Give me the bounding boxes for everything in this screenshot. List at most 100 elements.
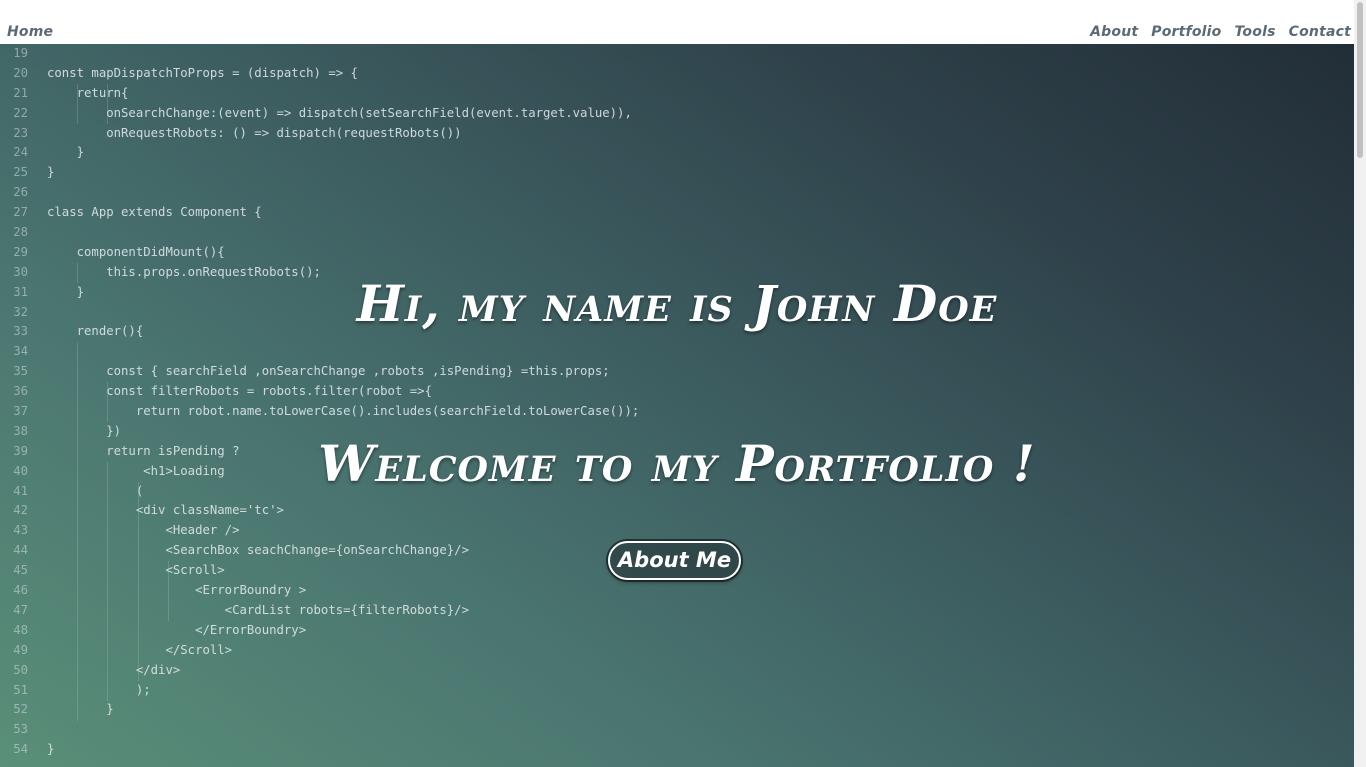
line-number: 51 bbox=[13, 682, 28, 697]
code-line: 27 class App extends Component { bbox=[0, 203, 639, 223]
line-number: 54 bbox=[13, 742, 28, 757]
nav-links-group: About Portfolio Tools Contact bbox=[1090, 24, 1351, 40]
code-text: <div className='tc'> bbox=[47, 503, 284, 518]
code-line: 22 onSearchChange:(event) => dispatch(se… bbox=[0, 104, 639, 124]
indent-guide bbox=[107, 461, 108, 701]
code-line: 21 return{ bbox=[0, 84, 639, 104]
code-background: 19 20 const mapDispatchToProps = (dispatch… bbox=[0, 44, 639, 760]
line-number: 34 bbox=[13, 344, 28, 359]
line-number: 26 bbox=[13, 185, 28, 200]
portfolio-page: Home About Portfolio Tools Contact 19 20 c… bbox=[0, 0, 1366, 767]
line-number: 50 bbox=[13, 662, 28, 677]
code-text: const mapDispatchToProps = (dispatch) =>… bbox=[47, 65, 358, 80]
code-text: } bbox=[47, 702, 114, 717]
code-line: 36 const filterRobots = robots.filter(ro… bbox=[0, 382, 639, 402]
code-text: ); bbox=[47, 682, 151, 697]
code-line: 37 return robot.name.toLowerCase().inclu… bbox=[0, 402, 639, 422]
indent-guide bbox=[107, 83, 108, 124]
indent-guide bbox=[77, 342, 78, 721]
line-number: 43 bbox=[13, 523, 28, 538]
code-line: 49 </Scroll> bbox=[0, 641, 639, 661]
line-number: 48 bbox=[13, 622, 28, 637]
code-line: 42 <div className='tc'> bbox=[0, 501, 639, 521]
line-number: 29 bbox=[13, 244, 28, 259]
code-line: 20 const mapDispatchToProps = (dispatch) … bbox=[0, 64, 639, 84]
line-number: 37 bbox=[13, 404, 28, 419]
code-text: class App extends Component { bbox=[47, 205, 262, 220]
line-number: 28 bbox=[13, 225, 28, 240]
code-line: 24 } bbox=[0, 143, 639, 163]
code-line: 48 </ErrorBoundry> bbox=[0, 621, 639, 641]
line-number: 21 bbox=[13, 85, 28, 100]
nav-contact-link[interactable]: Contact bbox=[1289, 24, 1351, 40]
code-line: 45 <Scroll> bbox=[0, 561, 639, 581]
hero-headline: Hi, my name is John Doe bbox=[356, 274, 998, 333]
code-text: </Scroll> bbox=[47, 642, 233, 657]
code-text: onRequestRobots: () => dispatch(requestR… bbox=[47, 125, 462, 140]
code-line: 29 componentDidMount(){ bbox=[0, 243, 639, 263]
page-scrollbar[interactable] bbox=[1354, 0, 1366, 767]
code-text: <SearchBox seachChange={onSearchChange}/… bbox=[47, 543, 469, 558]
line-number: 49 bbox=[13, 642, 28, 657]
code-line: 23 onRequestRobots: () => dispatch(reque… bbox=[0, 124, 639, 144]
nav-tools-link[interactable]: Tools bbox=[1234, 24, 1275, 40]
line-number: 53 bbox=[13, 722, 28, 737]
scrollbar-thumb[interactable] bbox=[1357, 2, 1363, 158]
code-text: <Scroll> bbox=[47, 563, 225, 578]
code-text: </div> bbox=[47, 662, 181, 677]
code-line: 53 bbox=[0, 720, 639, 740]
line-number: 44 bbox=[13, 543, 28, 558]
line-number: 46 bbox=[13, 583, 28, 598]
code-line: 44 <SearchBox seachChange={onSearchChang… bbox=[0, 541, 639, 561]
line-number: 47 bbox=[13, 602, 28, 617]
code-line: 54} bbox=[0, 740, 639, 760]
code-text: return{ bbox=[47, 85, 129, 100]
line-number: 19 bbox=[13, 46, 28, 60]
code-text: <Header /> bbox=[47, 523, 240, 538]
line-number: 20 bbox=[13, 65, 28, 80]
code-text: const filterRobots = robots.filter(robot… bbox=[47, 384, 432, 399]
line-number: 24 bbox=[13, 145, 28, 160]
code-line: 35 const { searchField ,onSearchChange ,… bbox=[0, 362, 639, 382]
code-line: 34 bbox=[0, 342, 639, 362]
code-line: 19 bbox=[0, 44, 639, 64]
code-text: </ErrorBoundry> bbox=[47, 622, 307, 637]
code-line: 51 ); bbox=[0, 681, 639, 701]
line-number: 22 bbox=[13, 105, 28, 120]
code-line: 43 <Header /> bbox=[0, 521, 639, 541]
code-line: 52 } bbox=[0, 700, 639, 720]
about-me-button[interactable]: About Me bbox=[608, 541, 741, 580]
code-text: componentDidMount(){ bbox=[47, 244, 225, 259]
line-number: 27 bbox=[13, 205, 28, 220]
code-line: 26 bbox=[0, 183, 639, 203]
code-text: } bbox=[47, 165, 55, 180]
code-line: 50 </div> bbox=[0, 661, 639, 681]
code-text: } bbox=[47, 145, 85, 160]
indent-guide bbox=[107, 382, 108, 423]
code-line: 46 <ErrorBoundry > bbox=[0, 581, 639, 601]
indent-guide bbox=[168, 561, 169, 622]
hero-subheadline: Welcome to my Portfolio ! bbox=[318, 434, 1036, 493]
nav-portfolio-link[interactable]: Portfolio bbox=[1151, 24, 1221, 40]
nav-about-link[interactable]: About bbox=[1090, 24, 1138, 40]
line-number: 52 bbox=[13, 702, 28, 717]
line-number: 23 bbox=[13, 125, 28, 140]
code-text: const { searchField ,onSearchChange ,rob… bbox=[47, 364, 610, 379]
line-number: 25 bbox=[13, 165, 28, 180]
code-line: 47 <CardList robots={filterRobots}/> bbox=[0, 601, 639, 621]
code-text: <ErrorBoundry > bbox=[47, 583, 307, 598]
indent-guide bbox=[77, 83, 78, 124]
code-text: onSearchChange:(event) => dispatch(setSe… bbox=[47, 105, 632, 120]
code-line: 28 bbox=[0, 223, 639, 243]
nav-home-link[interactable]: Home bbox=[7, 24, 53, 40]
line-number: 45 bbox=[13, 563, 28, 578]
code-text: <CardList robots={filterRobots}/> bbox=[47, 602, 469, 617]
indent-guide bbox=[138, 481, 139, 681]
top-navbar: Home About Portfolio Tools Contact bbox=[0, 0, 1354, 44]
line-number: 35 bbox=[13, 364, 28, 379]
code-text: return robot.name.toLowerCase().includes… bbox=[47, 404, 640, 419]
code-text: } bbox=[47, 742, 55, 757]
line-number: 36 bbox=[13, 384, 28, 399]
line-number: 42 bbox=[13, 503, 28, 518]
hero-section: 19 20 const mapDispatchToProps = (dispatch… bbox=[0, 44, 1354, 767]
